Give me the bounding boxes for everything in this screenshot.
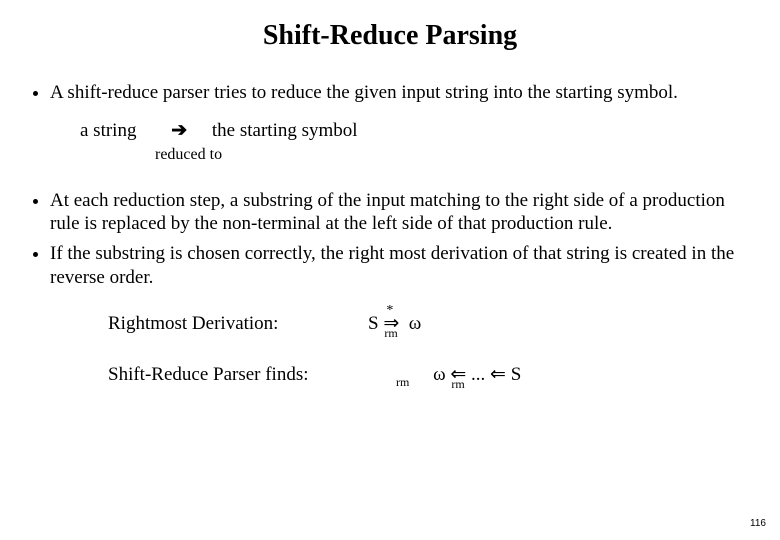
derivation-block: Rightmost Derivation: S * ⇒ rm ω Shift-R… <box>108 312 780 388</box>
ellipsis: ... <box>471 364 490 385</box>
double-arrow-left-icon: ⇐ <box>490 364 506 385</box>
arrow-icon: ➔ <box>171 119 187 143</box>
star-superscript: * <box>386 302 393 320</box>
symbol-omega: ω <box>409 313 422 334</box>
slide-title: Shift-Reduce Parsing <box>0 0 780 81</box>
symbol-omega: ω <box>433 364 446 385</box>
reduction-right-text: the starting symbol <box>212 119 358 143</box>
reduction-caption: reduced to <box>155 145 780 165</box>
derivation-label: Rightmost Derivation: <box>108 312 368 336</box>
bullet-item: At each reduction step, a substring of t… <box>50 189 746 237</box>
page-number: 116 <box>750 518 766 531</box>
bullet-list-1: A shift-reduce parser tries to reduce th… <box>0 81 746 105</box>
derivation-formula-1: S * ⇒ rm ω <box>368 312 421 336</box>
derivation-row-1: Rightmost Derivation: S * ⇒ rm ω <box>108 312 780 336</box>
slide: Shift-Reduce Parsing A shift-reduce pars… <box>0 0 780 540</box>
reduction-row: a string ➔ the starting symbol <box>80 119 780 143</box>
derivation-row-2: Shift-Reduce Parser finds: rm ω ⇐ rm ...… <box>108 363 780 387</box>
rm-subscript: rm <box>384 326 397 341</box>
derivation-formula-2: rm ω ⇐ rm ... ⇐ S <box>368 363 521 387</box>
derivation-label: Shift-Reduce Parser finds: <box>108 363 368 387</box>
bullet-list-2: At each reduction step, a substring of t… <box>0 189 746 290</box>
rm-subscript: rm <box>396 375 409 389</box>
double-arrow-right-icon: * ⇒ rm <box>383 312 399 336</box>
double-arrow-left-icon: ⇐ rm <box>450 363 466 387</box>
reduction-left-text: a string <box>80 119 136 143</box>
symbol-S: S <box>511 364 522 385</box>
bullet-item: If the substring is chosen correctly, th… <box>50 242 746 290</box>
rm-subscript: rm <box>451 377 464 392</box>
bullet-item: A shift-reduce parser tries to reduce th… <box>50 81 746 105</box>
symbol-S: S <box>368 313 379 334</box>
